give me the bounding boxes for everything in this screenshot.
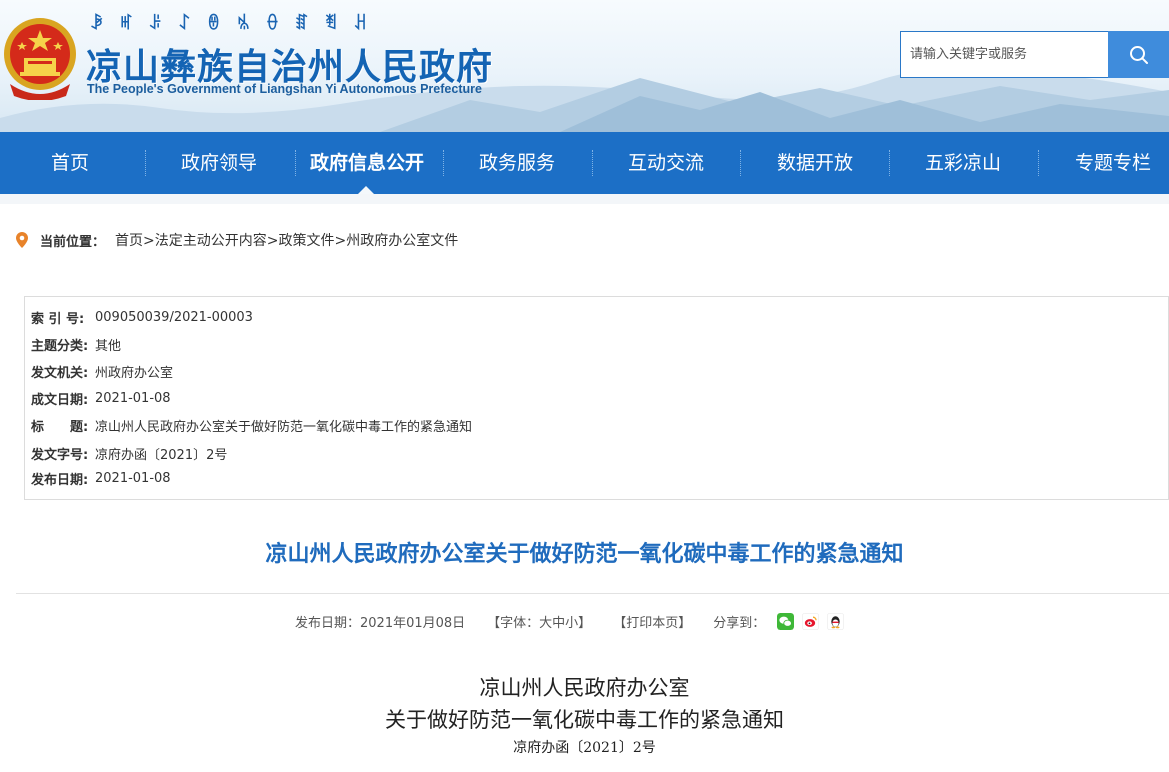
nav-divider (145, 150, 146, 176)
document-metadata-table: 索 引 号: 009050039/2021-00003 主题分类: 其他 发文机… (24, 296, 1169, 500)
national-emblem-icon (4, 18, 76, 100)
search-button[interactable] (1108, 31, 1169, 78)
weibo-icon[interactable] (802, 612, 820, 630)
meta-value: 其他 (95, 338, 122, 354)
active-nav-indicator (358, 186, 374, 194)
meta-value: 凉山州人民政府办公室关于做好防范一氧化碳中毒工作的紧急通知 (95, 419, 473, 435)
nav-item-info-disclosure[interactable]: 政府信息公开 (300, 132, 434, 194)
meta-label: 发布日期: (31, 472, 89, 488)
meta-value: 凉府办函〔2021〕2号 (95, 447, 228, 463)
nav-bottom-band (0, 194, 1169, 204)
nav-divider (740, 150, 741, 176)
wechat-icon[interactable] (777, 612, 795, 630)
meta-value: 009050039/2021-00003 (95, 309, 253, 325)
meta-value: 2021-01-08 (95, 390, 171, 406)
location-pin-icon (16, 232, 28, 248)
breadcrumb: 当前位置： 首页>法定主动公开内容>政策文件>州政府办公室文件 (16, 228, 458, 252)
font-size-control[interactable]: 【字体：大中小】 (487, 612, 591, 631)
meta-label: 标 题: (31, 419, 89, 435)
nav-item-interaction[interactable]: 互动交流 (611, 132, 721, 194)
meta-value: 州政府办公室 (95, 365, 174, 381)
meta-label: 成文日期: (31, 392, 89, 408)
body-doc-number: 凉府办函〔2021〕2号 (513, 740, 656, 756)
nav-divider (592, 150, 593, 176)
meta-row-title: 标 题: 凉山州人民政府办公室关于做好防范一氧化碳中毒工作的紧急通知 (31, 414, 472, 436)
body-heading-subject: 关于做好防范一氧化碳中毒工作的紧急通知 (385, 708, 784, 732)
meta-row-issuer: 发文机关: 州政府办公室 (31, 360, 173, 382)
meta-value: 2021-01-08 (95, 470, 171, 486)
breadcrumb-path[interactable]: 首页>法定主动公开内容>政策文件>州政府办公室文件 (115, 230, 458, 250)
nav-divider (443, 150, 444, 176)
meta-label: 主题分类: (31, 338, 89, 354)
article-title: 凉山州人民政府办公室关于做好防范一氧化碳中毒工作的紧急通知 (265, 542, 904, 567)
breadcrumb-label: 当前位置： (40, 234, 106, 250)
yi-script-title: ꆃꎭꌠꋍꇩꁱꂷꏤꄮꃅ (90, 14, 383, 34)
title-divider (16, 593, 1169, 594)
meta-row-category: 主题分类: 其他 (31, 333, 121, 355)
nav-divider (1038, 150, 1039, 176)
meta-row-doc-number: 发文字号: 凉府办函〔2021〕2号 (31, 442, 227, 464)
nav-divider (295, 150, 296, 176)
article-info-bar: 发布日期：2021年01月08日 【字体：大中小】 【打印本页】 分享到： (295, 610, 845, 632)
search-icon (1129, 45, 1148, 64)
nav-item-colorful-liangshan[interactable]: 五彩凉山 (908, 132, 1018, 194)
print-button[interactable]: 【打印本页】 (613, 612, 691, 631)
share-icons (777, 612, 845, 630)
publish-date: 发布日期：2021年01月08日 (295, 615, 466, 631)
nav-item-special-topics[interactable]: 专题专栏 (1058, 132, 1168, 194)
meta-row-published-date: 发布日期: 2021-01-08 (31, 467, 171, 489)
nav-item-open-data[interactable]: 数据开放 (760, 132, 870, 194)
meta-label: 发文机关: (31, 365, 89, 381)
meta-label: 索 引 号: (31, 311, 85, 327)
nav-item-leaders[interactable]: 政府领导 (166, 132, 272, 194)
site-header: ꆃꎭꌠꋍꇩꁱꂷꏤꄮꃅ 凉山彝族自治州人民政府 The People's Gove… (0, 0, 1169, 132)
site-subtitle: The People's Government of Liangshan Yi … (87, 82, 482, 96)
meta-row-written-date: 成文日期: 2021-01-08 (31, 387, 171, 409)
meta-row-index: 索 引 号: 009050039/2021-00003 (31, 306, 253, 328)
qq-icon[interactable] (827, 612, 845, 630)
nav-divider (889, 150, 890, 176)
nav-item-home[interactable]: 首页 (20, 132, 120, 194)
search-input[interactable] (900, 31, 1108, 78)
share-label: 分享到： (713, 615, 766, 631)
nav-item-services[interactable]: 政务服务 (462, 132, 572, 194)
main-nav: 首页 政府领导 政府信息公开 政务服务 互动交流 数据开放 五彩凉山 专题专栏 (0, 132, 1169, 194)
body-heading-issuer: 凉山州人民政府办公室 (479, 676, 690, 700)
meta-label: 发文字号: (31, 447, 89, 463)
